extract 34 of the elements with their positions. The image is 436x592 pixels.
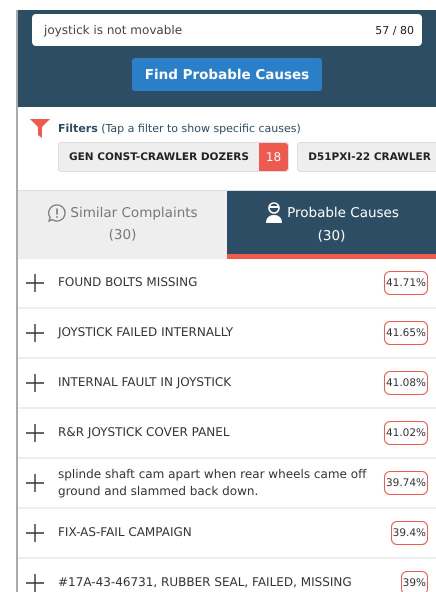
cause-text: #17A-43-46731, RUBBER SEAL, FAILED, MISSING (58, 574, 353, 592)
filter-icon (30, 119, 50, 138)
count-badge: 18 (258, 143, 288, 171)
filter-chip[interactable]: GEN CONST-CRAWLER DOZERS 18 (58, 142, 290, 172)
search-field[interactable]: joystick is not movable 57 / 80 (32, 14, 422, 46)
cause-text: FOUND BOLTS MISSING (58, 274, 198, 292)
plus-icon[interactable] (26, 274, 44, 292)
cause-text: splinde shaft cam apart when rear wheels came off ground and slammed back down. (58, 466, 368, 500)
cause-text: INTERNAL FAULT IN JOYSTICK (58, 374, 232, 392)
search-text: joystick is not movable (44, 23, 182, 37)
mechanic-icon (264, 202, 284, 224)
find-causes-button[interactable]: Find Probable Causes (132, 58, 322, 91)
tab[interactable]: Similar Complaints (30) (18, 191, 227, 259)
score-badge: 39.4% (390, 521, 428, 545)
plus-icon[interactable] (26, 524, 44, 542)
score-badge: 41.65% (384, 321, 428, 345)
speech-bubble-icon (47, 202, 68, 222)
filters-hint: Filters (Tap a filter to show specific causes) (58, 122, 301, 135)
plus-icon[interactable] (26, 324, 44, 342)
score-badge: 41.71% (384, 271, 428, 295)
cause-text: R&R JOYSTICK COVER PANEL (58, 424, 231, 442)
plus-icon[interactable] (26, 574, 44, 592)
plus-icon[interactable] (26, 424, 44, 442)
filter-chip[interactable]: D51PXI-22 CRAWLER (297, 142, 436, 172)
score-badge: 41.02% (384, 421, 428, 445)
score-badge: 41.08% (384, 371, 428, 395)
score-badge: 39.74% (384, 471, 428, 495)
cause-text: FIX-AS-FAIL CAMPAIGN (58, 524, 193, 542)
cause-text: JOYSTICK FAILED INTERNALLY (58, 324, 234, 342)
tab[interactable]: Probable Causes (30) (227, 191, 436, 259)
character-counter: 57 / 80 (375, 24, 414, 36)
plus-icon[interactable] (26, 374, 44, 392)
score-badge: 39% (400, 571, 428, 592)
plus-icon[interactable] (26, 474, 44, 492)
